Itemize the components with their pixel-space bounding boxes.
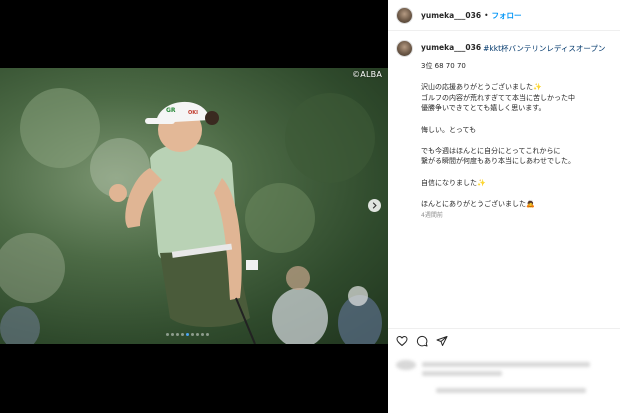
carousel-dot	[191, 333, 194, 336]
follow-button[interactable]: フォロー	[492, 10, 522, 21]
carousel-dot	[196, 333, 199, 336]
blurred-comment-area	[396, 354, 612, 404]
carousel-dot	[181, 333, 184, 336]
chevron-right-icon	[372, 202, 377, 209]
carousel-indicator	[166, 333, 209, 336]
caption-username[interactable]: yumeka___036	[421, 43, 481, 52]
caption-avatar[interactable]	[396, 40, 413, 57]
post-header: yumeka___036 • フォロー	[388, 0, 620, 31]
media-panel: GR OKI ©ALBA	[0, 0, 388, 413]
caption-line: 沢山の応援ありがとうございました✨	[421, 83, 542, 92]
post-timestamp[interactable]: 4週間前	[421, 211, 616, 222]
carousel-dot	[166, 333, 169, 336]
share-icon	[436, 335, 448, 346]
like-button[interactable]	[396, 335, 408, 347]
caption-line: 3位 68 70 70	[421, 62, 466, 70]
caption-line: ゴルフの内容が荒れすぎてて本当に苦しかった中	[421, 93, 575, 102]
carousel-dot	[171, 333, 174, 336]
cap-logo-oki: OKI	[188, 110, 198, 116]
watermark: ©ALBA	[352, 70, 382, 79]
caption-gap	[421, 167, 616, 178]
caption-body: 3位 68 70 70 沢山の応援ありがとうございました✨ ゴルフの内容が荒れすぎて…	[421, 61, 616, 222]
caption-gap	[421, 114, 616, 125]
golfer-photo: GR OKI	[0, 88, 382, 344]
caption-line: 繋がる瞬間が何度もあり本当にしあわせでした。	[421, 157, 575, 166]
carousel-dot	[206, 333, 209, 336]
caption-line: 優勝争いできてとても嬉しく思います。	[421, 104, 546, 113]
cap-logo-gr: GR	[166, 107, 176, 114]
share-button[interactable]	[436, 335, 448, 347]
caption-line: 自信になりました✨	[421, 178, 486, 187]
caption: yumeka___036 #kkt杯バンテリンレディスオープン 3位 68 70…	[396, 40, 616, 222]
caption-line: ほんとにありがとうございました🙇	[421, 199, 535, 208]
caption-gap	[421, 188, 616, 199]
post-photo: GR OKI ©ALBA	[0, 68, 388, 344]
comment-icon	[416, 335, 428, 346]
caption-hashtag[interactable]: #kkt杯バンテリンレディスオープン	[483, 43, 605, 54]
next-image-button[interactable]	[368, 199, 381, 212]
carousel-dot	[201, 333, 204, 336]
comment-button[interactable]	[416, 335, 428, 347]
caption-head: yumeka___036 #kkt杯バンテリンレディスオープン	[396, 40, 616, 57]
caption-gap	[421, 72, 616, 83]
caption-lines: 3位 68 70 70 沢山の応援ありがとうございました✨ ゴルフの内容が荒れすぎて…	[421, 61, 616, 209]
info-panel: yumeka___036 • フォロー yumeka___036 #kkt杯バン…	[388, 0, 620, 413]
carousel-dot	[176, 333, 179, 336]
heart-icon	[396, 335, 408, 346]
carousel-dot	[186, 333, 189, 336]
action-bar	[388, 328, 620, 352]
caption-gap	[421, 135, 616, 146]
header-username[interactable]: yumeka___036	[421, 11, 481, 20]
header-separator: •	[484, 10, 489, 20]
avatar[interactable]	[396, 6, 413, 24]
caption-line: でも今週はほんとに自分にとってこれからに	[421, 146, 561, 155]
caption-line: 悔しい。とっても	[421, 125, 477, 134]
